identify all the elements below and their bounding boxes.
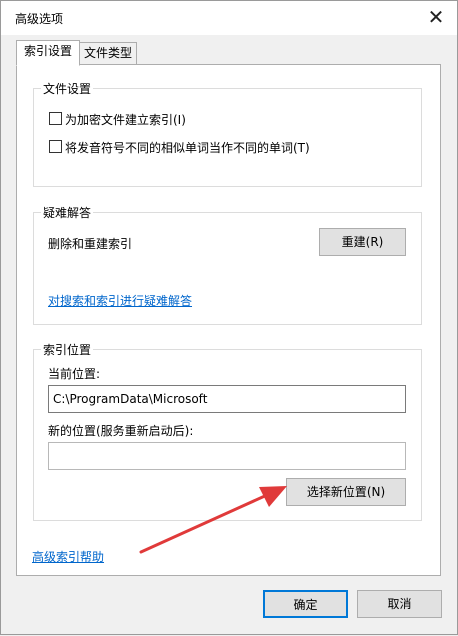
new-location-label: 新的位置(服务重新启动后): [48,424,194,438]
file-settings-group: 文件设置 为加密文件建立索引(I) 将发音符号不同的相似单词当作不同的单词(T) [33,80,422,187]
current-location-label: 当前位置: [48,367,101,381]
rebuild-button[interactable]: 重建(R) [319,228,406,256]
diacritics-label: 将发音符号不同的相似单词当作不同的单词(T) [65,141,310,155]
group-title-index-location: 索引位置 [41,341,94,358]
advanced-indexing-help-link[interactable]: 高级索引帮助 [32,548,104,565]
group-title-file-settings: 文件设置 [41,80,94,97]
close-icon[interactable]: ✕ [423,5,449,29]
advanced-options-dialog: 高级选项 ✕ 索引设置 文件类型 文件设置 为加密文件建立索引(I) 将发音符号… [0,0,458,635]
encrypted-files-checkbox[interactable] [49,112,62,125]
encrypted-files-label: 为加密文件建立索引(I) [65,113,186,127]
ok-button[interactable]: 确定 [263,590,348,618]
new-location-field[interactable] [48,442,406,470]
current-location-field[interactable]: C:\ProgramData\Microsoft [48,385,406,413]
title-bar: 高级选项 ✕ [1,1,457,35]
index-location-group: 索引位置 当前位置: C:\ProgramData\Microsoft 新的位置… [33,341,422,521]
select-new-location-button[interactable]: 选择新位置(N) [286,478,406,506]
group-title-troubleshoot: 疑难解答 [41,204,94,221]
troubleshoot-link[interactable]: 对搜索和索引进行疑难解答 [48,292,192,309]
tab-index-settings[interactable]: 索引设置 [16,40,80,66]
dialog-title: 高级选项 [15,12,64,26]
rebuild-description: 删除和重建索引 [48,237,133,251]
cancel-button[interactable]: 取消 [357,590,442,618]
troubleshoot-group: 疑难解答 删除和重建索引 重建(R) 对搜索和索引进行疑难解答 [33,204,422,325]
tab-file-types[interactable]: 文件类型 [79,42,137,65]
diacritics-checkbox[interactable] [49,140,62,153]
index-settings-panel: 文件设置 为加密文件建立索引(I) 将发音符号不同的相似单词当作不同的单词(T)… [16,64,441,576]
